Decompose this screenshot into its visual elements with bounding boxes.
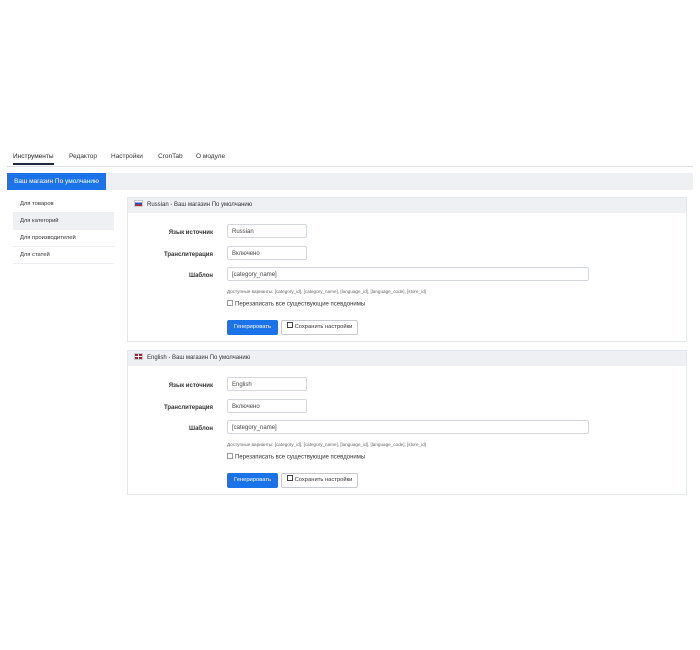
overwrite-label: Перезаписать все существующие псевдонимы	[235, 454, 366, 461]
template-input[interactable]: [category_name]	[227, 420, 589, 434]
save-settings-label: Сохранить настройки	[294, 324, 353, 330]
save-icon	[286, 475, 293, 482]
store-tab-default[interactable]: Ваш магазин По умолчанию	[7, 173, 106, 190]
template-input[interactable]: [category_name]	[227, 267, 589, 281]
tab-settings[interactable]: Настройки	[111, 153, 143, 160]
top-tabs: Инструменты Редактор Настройки CronTab О…	[7, 150, 693, 167]
uk-flag-icon	[134, 352, 143, 360]
save-settings-label: Сохранить настройки	[294, 477, 353, 483]
overwrite-checkbox[interactable]	[227, 453, 233, 459]
save-settings-button[interactable]: Сохранить настройки	[281, 473, 358, 488]
russia-flag-icon	[134, 199, 143, 207]
generate-button[interactable]: Генерировать	[227, 320, 278, 335]
template-hint: Доступные варианты: [category_id], [cate…	[227, 289, 426, 294]
sidebar-item-articles[interactable]: Для статей	[13, 247, 114, 264]
source-language-label: Язык источник	[168, 230, 213, 236]
source-language-select[interactable]: Russian	[227, 224, 307, 238]
panel-title: English - Ваш магазин По умолчанию	[147, 355, 251, 361]
transliteration-select[interactable]: Включено	[227, 246, 307, 260]
panel-title: Russian - Ваш магазин По умолчанию	[147, 202, 253, 208]
panel-header: English - Ваш магазин По умолчанию	[128, 351, 686, 366]
transliteration-select[interactable]: Включено	[227, 399, 307, 413]
template-label: Шаблон	[189, 426, 213, 432]
sidebar-menu: Для товаров Для категорий Для производит…	[13, 196, 114, 264]
template-hint: Доступные варианты: [category_id], [cate…	[227, 442, 426, 447]
sidebar-item-manufacturers[interactable]: Для производителей	[13, 230, 114, 247]
source-language-select[interactable]: English	[227, 377, 307, 391]
generate-button[interactable]: Генерировать	[227, 473, 278, 488]
save-settings-button[interactable]: Сохранить настройки	[281, 320, 358, 335]
tab-editor[interactable]: Редактор	[69, 153, 97, 160]
tab-tools[interactable]: Инструменты	[13, 153, 54, 165]
template-label: Шаблон	[189, 273, 213, 279]
transliteration-label: Транслитерация	[163, 405, 213, 411]
source-language-label: Язык источник	[168, 383, 213, 389]
overwrite-aliases[interactable]: Перезаписать все существующие псевдонимы	[227, 300, 366, 308]
tab-crontab[interactable]: CronTab	[158, 153, 183, 160]
overwrite-label: Перезаписать все существующие псевдонимы	[235, 301, 366, 308]
overwrite-aliases[interactable]: Перезаписать все существующие псевдонимы	[227, 453, 366, 461]
transliteration-label: Транслитерация	[163, 252, 213, 258]
tab-about[interactable]: О модуле	[196, 153, 225, 160]
panel-russian: Russian - Ваш магазин По умолчанию Язык …	[127, 197, 687, 342]
save-icon	[286, 322, 293, 329]
sidebar-item-products[interactable]: Для товаров	[13, 196, 114, 213]
panel-english: English - Ваш магазин По умолчанию Язык …	[127, 350, 687, 495]
sidebar-item-categories[interactable]: Для категорий	[13, 213, 114, 230]
store-bar: Ваш магазин По умолчанию	[7, 173, 693, 190]
panel-header: Russian - Ваш магазин По умолчанию	[128, 198, 686, 213]
overwrite-checkbox[interactable]	[227, 300, 233, 306]
